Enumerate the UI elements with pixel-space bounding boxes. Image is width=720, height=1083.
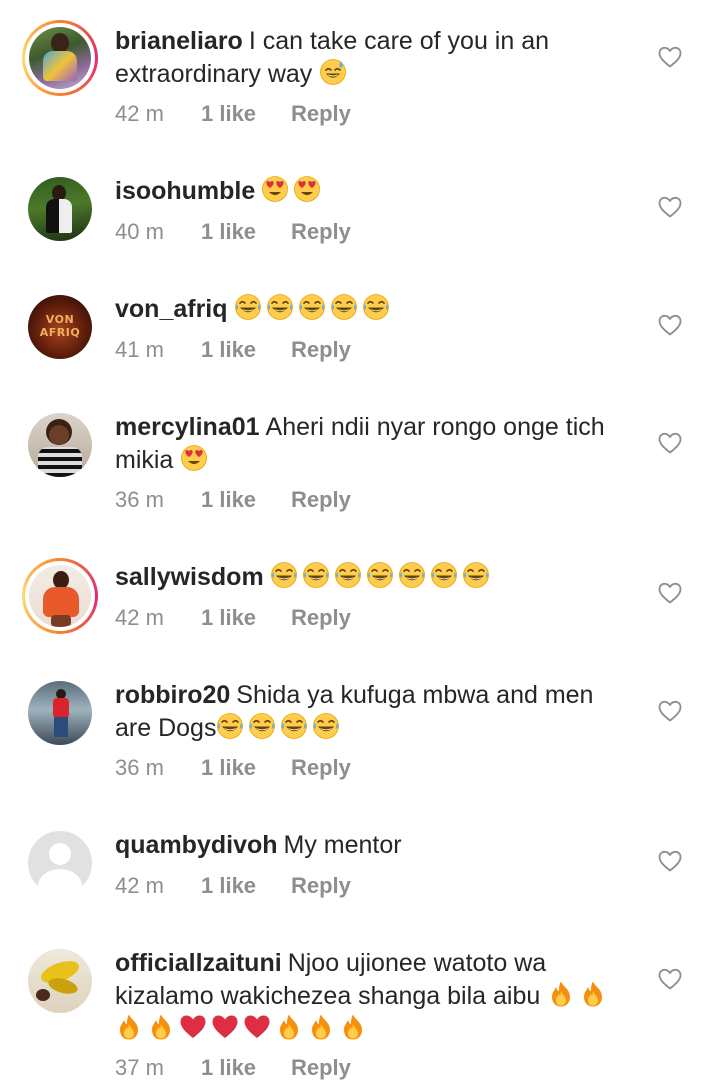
heart-outline-icon[interactable] — [658, 850, 682, 872]
comment-meta: 42 m 1 like Reply — [115, 99, 351, 129]
avatar — [29, 565, 91, 627]
tears-of-joy-emoji-icon — [430, 561, 458, 589]
reply-button[interactable]: Reply — [291, 335, 351, 365]
comment-likes-link[interactable]: 1 like — [201, 485, 291, 515]
comment-likes-link[interactable]: 1 like — [201, 217, 291, 247]
heart-outline-icon[interactable] — [658, 700, 682, 722]
comment-meta: 36 m 1 like Reply — [115, 485, 351, 515]
fire-emoji-icon — [115, 1013, 143, 1041]
tears-of-joy-emoji-icon — [312, 712, 340, 740]
avatar-story-ring[interactable] — [22, 20, 98, 96]
red-heart-emoji-icon — [211, 1013, 239, 1041]
comment-text: mercylina01 Aheri ndii nyar rongo onge ti… — [115, 411, 635, 477]
avatar[interactable] — [28, 949, 92, 1013]
comment-meta: 42 m 1 like Reply — [115, 871, 351, 901]
avatar-logo-text: VON AFRIQ — [39, 313, 81, 339]
tears-of-joy-emoji-icon — [234, 293, 262, 321]
comment-time: 36 m — [115, 487, 164, 512]
comment-likes-link[interactable]: 1 like — [201, 603, 291, 633]
comment-time: 41 m — [115, 337, 164, 362]
tears-of-joy-emoji-icon — [330, 293, 358, 321]
comment-username[interactable]: isoohumble — [115, 177, 255, 205]
comment-meta: 36 m 1 like Reply — [115, 753, 351, 783]
heart-outline-icon[interactable] — [658, 582, 682, 604]
comment-meta: 37 m 1 like Reply — [115, 1053, 351, 1083]
comment-likes-link[interactable]: 1 like — [201, 1053, 291, 1083]
comment-text: robbiro20 Shida ya kufuga mbwa and men ar… — [115, 679, 635, 745]
comment-text: sallywisdom — [115, 561, 635, 594]
heart-outline-icon[interactable] — [658, 432, 682, 454]
fire-emoji-icon — [275, 1013, 303, 1041]
tears-of-joy-emoji-icon — [248, 712, 276, 740]
comment-text: von_afriq — [115, 293, 635, 326]
comment-body: My mentor — [283, 831, 402, 859]
comment-likes-link[interactable]: 1 like — [201, 753, 291, 783]
heart-eyes-emoji-icon — [261, 175, 289, 203]
comment-time: 40 m — [115, 219, 164, 244]
tears-of-joy-emoji-icon — [298, 293, 326, 321]
heart-outline-icon[interactable] — [658, 968, 682, 990]
comment-text: isoohumble — [115, 175, 635, 208]
avatar[interactable] — [28, 681, 92, 745]
tears-of-joy-emoji-icon — [398, 561, 426, 589]
comment-username[interactable]: sallywisdom — [115, 563, 264, 591]
comment-time: 36 m — [115, 755, 164, 780]
tears-of-joy-emoji-icon — [266, 293, 294, 321]
tears-of-joy-emoji-icon — [334, 561, 362, 589]
tears-of-joy-emoji-icon — [216, 712, 244, 740]
avatar[interactable] — [28, 177, 92, 241]
reply-button[interactable]: Reply — [291, 603, 351, 633]
reply-button[interactable]: Reply — [291, 99, 351, 129]
comment-text: officiallzaituni Njoo ujionee watoto wa k… — [115, 947, 635, 1046]
avatar[interactable] — [28, 413, 92, 477]
fire-emoji-icon — [147, 1013, 175, 1041]
tears-of-joy-emoji-icon — [270, 561, 298, 589]
heart-outline-icon[interactable] — [658, 314, 682, 336]
heart-eyes-emoji-icon — [180, 444, 208, 472]
fire-emoji-icon — [307, 1013, 335, 1041]
tears-of-joy-emoji-icon — [302, 561, 330, 589]
comment-meta: 40 m 1 like Reply — [115, 217, 351, 247]
heart-eyes-emoji-icon — [293, 175, 321, 203]
comment-username[interactable]: robbiro20 — [115, 681, 230, 709]
reply-button[interactable]: Reply — [291, 871, 351, 901]
grinning-sweat-emoji-icon — [319, 58, 347, 86]
comment-meta: 42 m 1 like Reply — [115, 603, 351, 633]
fire-emoji-icon — [339, 1013, 367, 1041]
comment-username[interactable]: officiallzaituni — [115, 949, 282, 977]
red-heart-emoji-icon — [179, 1013, 207, 1041]
reply-button[interactable]: Reply — [291, 485, 351, 515]
reply-button[interactable]: Reply — [291, 217, 351, 247]
red-heart-emoji-icon — [243, 1013, 271, 1041]
avatar-story-ring[interactable] — [22, 558, 98, 634]
comment-text: quambydivoh My mentor — [115, 829, 635, 862]
fire-emoji-icon — [547, 980, 575, 1008]
reply-button[interactable]: Reply — [291, 1053, 351, 1083]
heart-outline-icon[interactable] — [658, 46, 682, 68]
comment-likes-link[interactable]: 1 like — [201, 99, 291, 129]
comment-time: 42 m — [115, 101, 164, 126]
tears-of-joy-emoji-icon — [362, 293, 390, 321]
comment-meta: 41 m 1 like Reply — [115, 335, 351, 365]
tears-of-joy-emoji-icon — [366, 561, 394, 589]
default-avatar-icon[interactable] — [28, 831, 92, 895]
avatar[interactable]: VON AFRIQ — [28, 295, 92, 359]
tears-of-joy-emoji-icon — [462, 561, 490, 589]
comment-username[interactable]: quambydivoh — [115, 831, 278, 859]
heart-outline-icon[interactable] — [658, 196, 682, 218]
fire-emoji-icon — [579, 980, 607, 1008]
comment-time: 37 m — [115, 1055, 164, 1080]
comment-username[interactable]: brianeliaro — [115, 27, 243, 55]
avatar — [29, 27, 91, 89]
comment-likes-link[interactable]: 1 like — [201, 335, 291, 365]
reply-button[interactable]: Reply — [291, 753, 351, 783]
comment-username[interactable]: von_afriq — [115, 295, 228, 323]
comment-time: 42 m — [115, 873, 164, 898]
comment-likes-link[interactable]: 1 like — [201, 871, 291, 901]
comment-username[interactable]: mercylina01 — [115, 413, 260, 441]
comment-time: 42 m — [115, 605, 164, 630]
tears-of-joy-emoji-icon — [280, 712, 308, 740]
comment-text: brianeliaro I can take care of you in an … — [115, 25, 635, 91]
